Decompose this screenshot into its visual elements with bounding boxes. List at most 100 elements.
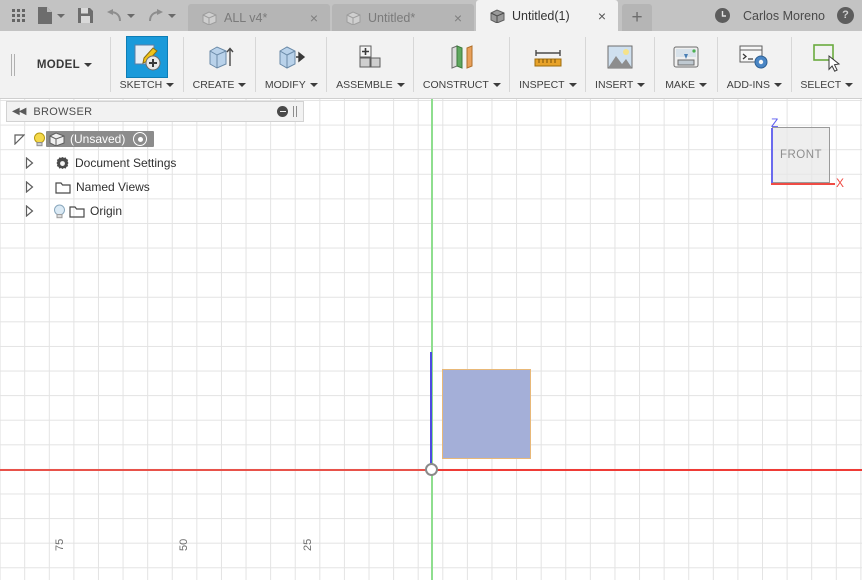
tree-node-unsaved[interactable]: (Unsaved): [46, 131, 155, 147]
help-icon[interactable]: ?: [837, 7, 854, 24]
x-axis-label: X: [836, 176, 845, 190]
chevron-down-icon: [238, 83, 247, 87]
ribbon-group-sketch[interactable]: SKETCH: [111, 31, 183, 98]
undo-icon: [107, 8, 121, 21]
undo-button[interactable]: [100, 0, 141, 31]
triangle-expand-icon: [25, 205, 33, 217]
ribbon-group-create-label: CREATE: [193, 79, 247, 91]
browser-title: BROWSER: [33, 105, 93, 118]
tree-row-document-settings[interactable]: Document Settings: [6, 151, 304, 175]
ribbon-group-assemble[interactable]: ASSEMBLE: [327, 31, 413, 98]
ribbon-group-sketch-label: SKETCH: [120, 79, 175, 91]
ribbon-group-modify[interactable]: MODIFY: [256, 31, 326, 98]
tree-node-document-settings[interactable]: Document Settings: [52, 155, 183, 172]
titlebar-right-tools: Carlos Moreno ?: [714, 0, 862, 31]
triangle-collapse-icon: [13, 133, 25, 145]
offset-plane-icon: [441, 36, 483, 78]
tree-row-origin[interactable]: Origin: [6, 199, 304, 223]
origin-point[interactable]: [425, 463, 438, 476]
tree-node-origin[interactable]: Origin: [66, 203, 129, 219]
workspace-switcher[interactable]: MODEL: [19, 31, 110, 98]
3d-print-icon: [665, 36, 707, 78]
view-cube-front-face[interactable]: FRONT: [772, 127, 830, 183]
chevron-down-icon: [568, 83, 577, 87]
ribbon-group-insert-label: INSERT: [595, 79, 646, 91]
titlebar-left-tools: [0, 0, 182, 31]
clock-icon[interactable]: [714, 7, 731, 24]
close-icon[interactable]: ×: [308, 11, 320, 25]
y-axis-construction-line: [431, 99, 433, 580]
z-axis-indicator: Z: [771, 116, 778, 184]
activate-component-icon[interactable]: [133, 132, 148, 146]
extrude-icon: [199, 36, 241, 78]
view-cube[interactable]: FRONT Z X: [766, 116, 844, 191]
ruler-label-25: 25: [302, 538, 314, 551]
redo-button[interactable]: [141, 0, 182, 31]
ribbon-group-inspect[interactable]: INSPECT: [510, 31, 585, 98]
triangle-expand-icon: [25, 181, 33, 193]
apps-grid-button[interactable]: [6, 0, 31, 31]
document-tab-1-label: ALL v4*: [224, 10, 268, 25]
sketch-create-icon: [125, 36, 168, 78]
collapse-left-icon[interactable]: ◀◀: [12, 106, 26, 117]
visibility-bulb-icon[interactable]: [52, 204, 66, 219]
document-tab-bar: ALL v4* × Untitled* × Untitled(1) × +: [188, 0, 652, 31]
document-tab-2-label: Untitled*: [368, 10, 416, 25]
browser-header-controls: [277, 106, 298, 117]
new-file-button[interactable]: [31, 0, 71, 31]
triangle-expand-icon: [25, 157, 33, 169]
ribbon-group-create[interactable]: CREATE: [184, 31, 255, 98]
minimize-icon[interactable]: [277, 106, 288, 117]
document-tab-3-active[interactable]: Untitled(1) ×: [476, 0, 618, 31]
browser-header: ◀◀ BROWSER: [6, 101, 304, 122]
folder-icon: [55, 181, 71, 194]
save-icon: [78, 8, 93, 23]
resize-grip-icon[interactable]: [293, 106, 298, 117]
rectangle-profile[interactable]: [442, 369, 531, 459]
expand-toggle[interactable]: [6, 133, 32, 145]
ribbon-group-construct-label: CONSTRUCT: [423, 79, 501, 91]
ribbon-group-construct[interactable]: CONSTRUCT: [414, 31, 509, 98]
ribbon-group-inspect-label: INSPECT: [519, 79, 577, 91]
tree-node-document-settings-label: Document Settings: [75, 156, 177, 170]
ribbon-group-modify-label: MODIFY: [265, 79, 318, 91]
z-axis-line: [430, 352, 432, 470]
cube-icon: [202, 10, 217, 25]
script-gear-icon: [733, 36, 775, 78]
user-name-label[interactable]: Carlos Moreno: [743, 9, 825, 23]
ruler-label-50: 50: [178, 538, 190, 551]
ribbon-group-assemble-label: ASSEMBLE: [336, 79, 405, 91]
tree-row-named-views[interactable]: Named Views: [6, 175, 304, 199]
expand-toggle[interactable]: [6, 205, 52, 217]
save-button[interactable]: [71, 0, 100, 31]
ribbon-group-addins-label: ADD-INS: [727, 79, 782, 91]
ribbon-group-addins[interactable]: ADD-INS: [718, 31, 791, 98]
chevron-down-icon: [492, 83, 501, 87]
chevron-down-icon: [845, 83, 854, 87]
x-axis-positive-line: [431, 469, 862, 471]
tree-node-origin-label: Origin: [90, 204, 123, 218]
tree-row-unsaved[interactable]: (Unsaved): [6, 127, 304, 151]
ribbon-group-insert[interactable]: INSERT: [586, 31, 654, 98]
close-icon[interactable]: ×: [452, 11, 464, 25]
ribbon-group-select[interactable]: SELECT: [792, 31, 862, 98]
new-document-tab-button[interactable]: +: [622, 4, 652, 31]
tree-node-unsaved-label: (Unsaved): [70, 132, 126, 146]
visibility-bulb-icon[interactable]: [32, 132, 46, 147]
ribbon-group-make[interactable]: MAKE: [655, 31, 717, 98]
ribbon-grip[interactable]: [8, 31, 19, 98]
document-tab-1[interactable]: ALL v4* ×: [188, 4, 330, 31]
document-tab-2[interactable]: Untitled* ×: [332, 4, 474, 31]
z-axis-label: Z: [771, 116, 779, 130]
ribbon-toolbar: MODEL SKETCH CREATE MODIFY ASSEMBLE CONS…: [0, 31, 862, 99]
close-icon[interactable]: ×: [596, 9, 608, 23]
expand-toggle[interactable]: [6, 181, 52, 193]
chevron-down-icon: [396, 83, 405, 87]
expand-toggle[interactable]: [6, 157, 52, 169]
browser-panel: ◀◀ BROWSER (Unsaved) Document Settings N…: [6, 101, 304, 225]
measure-ruler-icon: [527, 36, 569, 78]
grid-apps-icon: [12, 9, 25, 22]
chevron-down-icon: [637, 83, 646, 87]
tree-node-named-views[interactable]: Named Views: [52, 179, 157, 195]
chevron-down-icon: [166, 83, 175, 87]
